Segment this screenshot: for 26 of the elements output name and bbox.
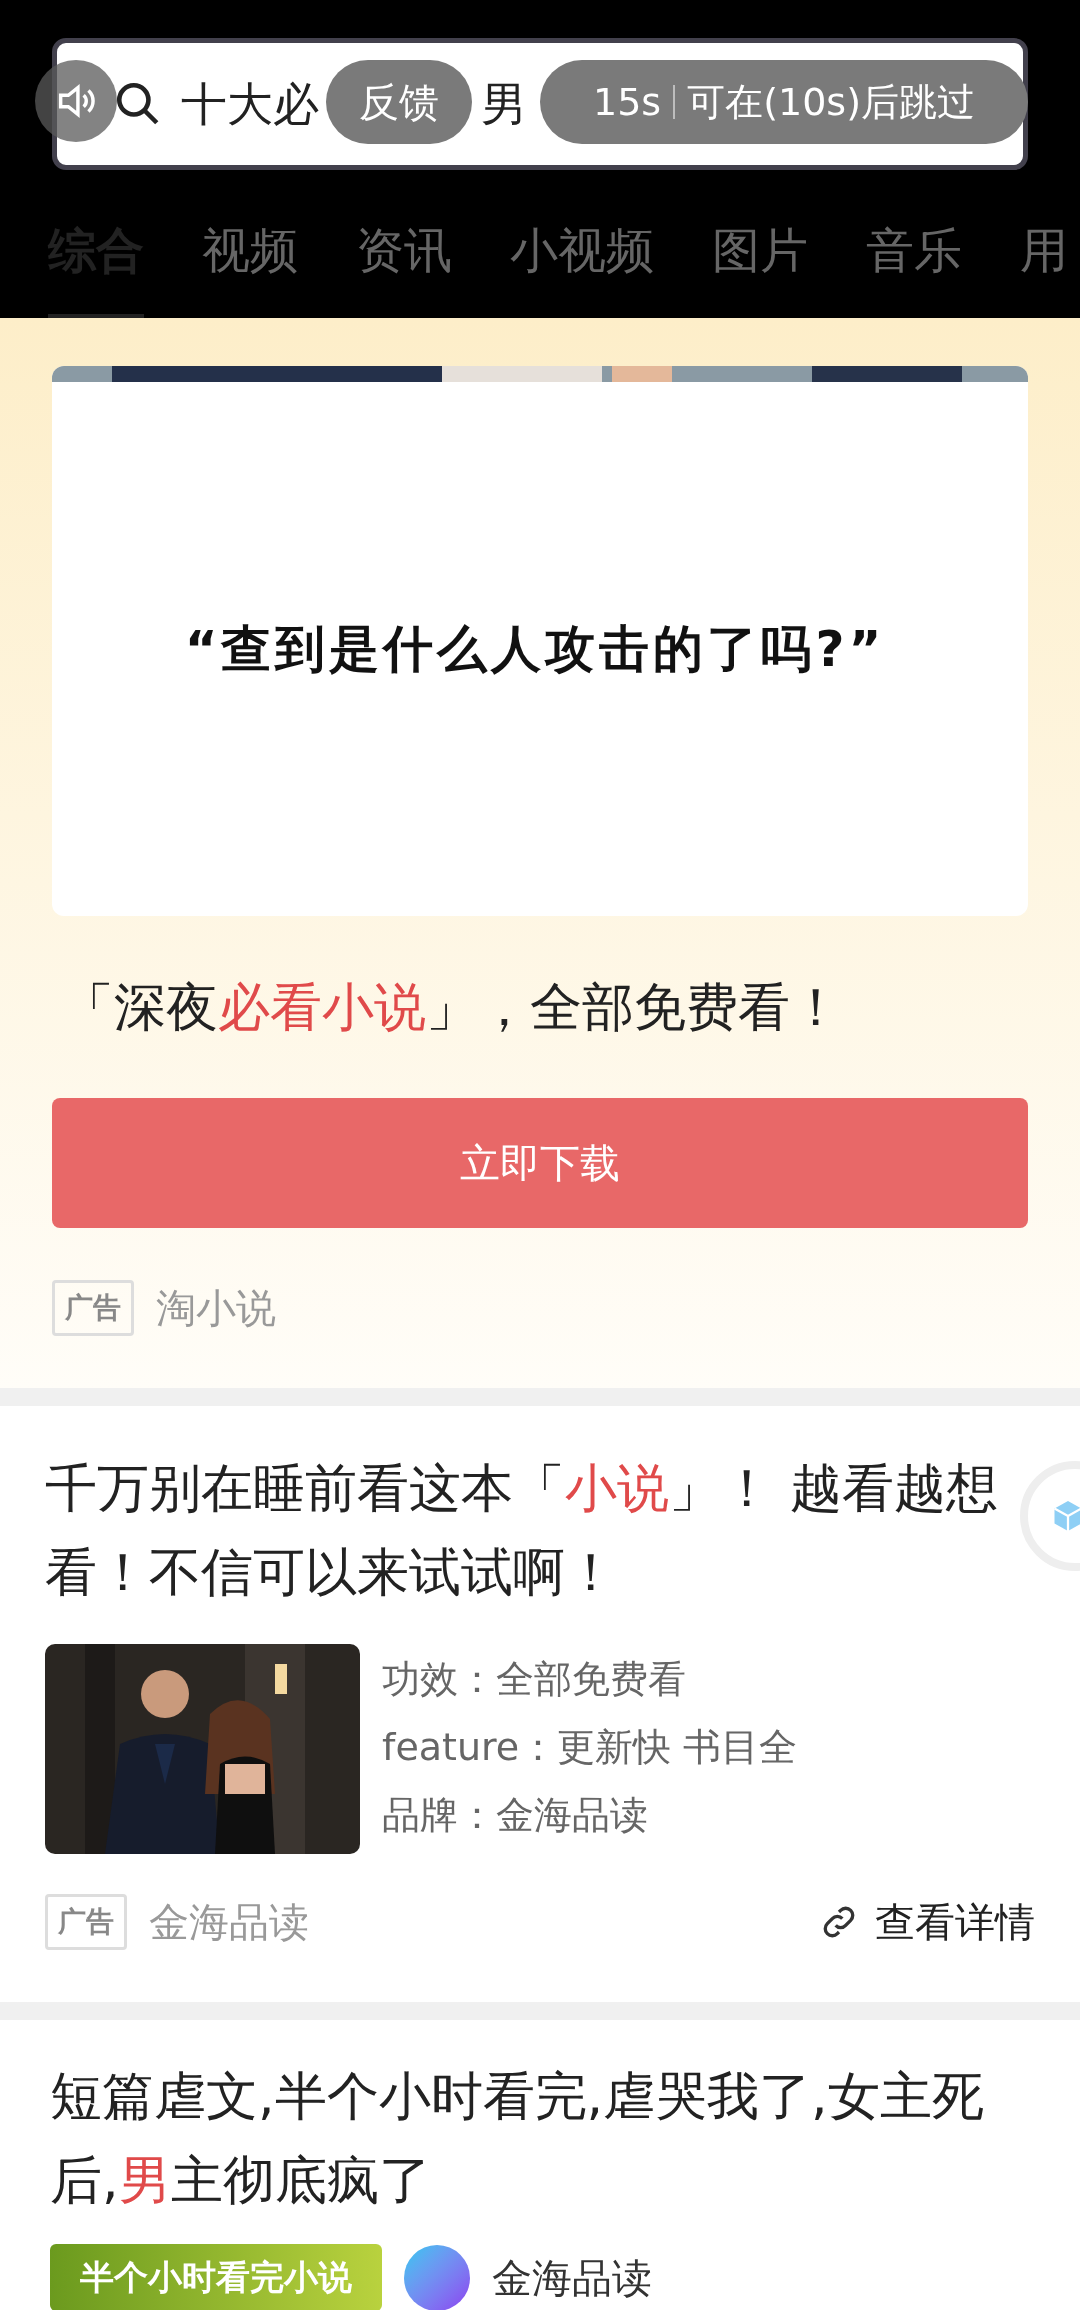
feature-line: 功效：全部免费看 [382, 1656, 687, 1703]
tab[interactable]: 用 [1020, 190, 1068, 318]
download-button[interactable]: 立即下载 [52, 1098, 1028, 1228]
tab[interactable]: 视频 [202, 190, 298, 318]
tab[interactable]: 图片 [712, 190, 808, 318]
ad-title: 千万别在睡前看这本「小说」！ 越看越想看！不信可以来试试啊！ [45, 1457, 999, 1604]
feature-line: feature：更新快 书目全 [382, 1724, 798, 1771]
ad-source: 淘小说 [156, 1284, 276, 1333]
skip-label: 可在(10s)后跳过 [687, 78, 975, 126]
skip-button[interactable]: 15s 可在(10s)后跳过 [540, 60, 1028, 144]
search-query: 十大必 [181, 75, 319, 133]
tab[interactable]: 资讯 [356, 190, 452, 318]
ad-tag: 广告 [45, 1894, 127, 1950]
ad-tag: 广告 [52, 1280, 134, 1336]
image-caption: “查到是什么人攻击的了吗?” [184, 619, 886, 680]
tab[interactable]: 音乐 [866, 190, 962, 318]
countdown: 15s [593, 78, 662, 126]
details-link[interactable]: 查看详情 [819, 1892, 1035, 1952]
ad-headline: 「深夜必看小说」，全部免费看！ [61, 976, 843, 1039]
article-title: 短篇虐文,半个小时看完,虐哭我了,女主死后,男主彻底疯了 [50, 2065, 985, 2212]
article-source: 金海品读 [492, 2253, 652, 2303]
ad-source: 金海品读 [149, 1898, 309, 1947]
search-query: 男 [481, 75, 527, 133]
feature-line: 品牌：金海品读 [382, 1792, 649, 1839]
article-badge: 半个小时看完小说 [50, 2244, 382, 2310]
tab[interactable]: 小视频 [510, 190, 654, 318]
